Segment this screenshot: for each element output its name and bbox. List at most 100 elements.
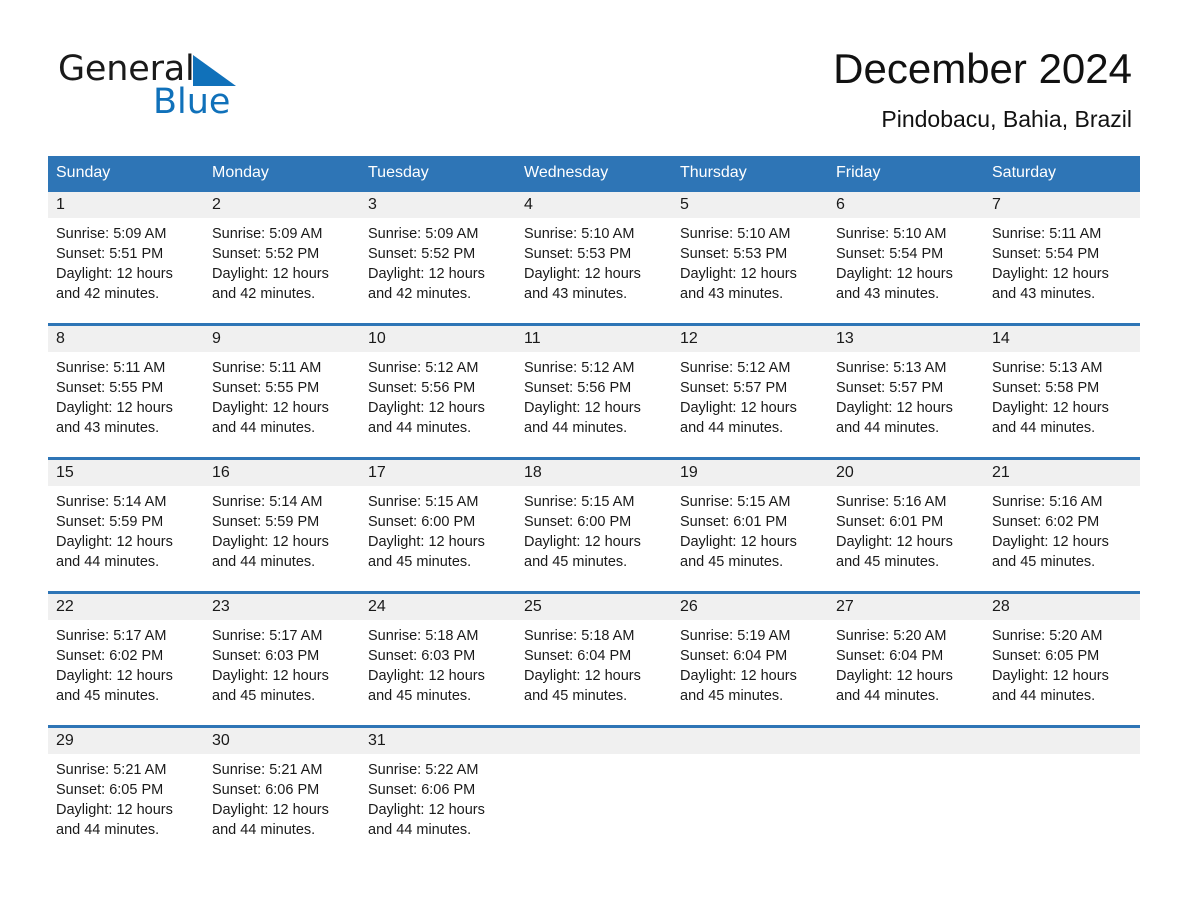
sunset-text: Sunset: 5:54 PM	[992, 246, 1100, 262]
sunrise-text: Sunrise: 5:15 AM	[524, 494, 635, 510]
daylight-text: Daylight: 12 hours and 44 minutes.	[680, 400, 797, 436]
day-cell[interactable]: Sunrise: 5:14 AM Sunset: 5:59 PM Dayligh…	[48, 486, 204, 591]
day-cell[interactable]: Sunrise: 5:13 AM Sunset: 5:58 PM Dayligh…	[984, 352, 1140, 457]
day-cell[interactable]: Sunrise: 5:10 AM Sunset: 5:53 PM Dayligh…	[516, 218, 672, 323]
day-number[interactable]: 3	[360, 192, 516, 218]
title-block: December 2024 Pindobacu, Bahia, Brazil	[833, 44, 1132, 134]
daylight-text: Daylight: 12 hours and 45 minutes.	[836, 534, 953, 570]
day-number[interactable]: 4	[516, 192, 672, 218]
day-number[interactable]: 16	[204, 460, 360, 486]
sunset-text: Sunset: 6:03 PM	[368, 648, 476, 664]
day-number[interactable]: 13	[828, 326, 984, 352]
day-number[interactable]: 19	[672, 460, 828, 486]
day-number-empty	[984, 728, 1140, 754]
generalblue-logo[interactable]: General Blue	[58, 48, 318, 128]
sunrise-text: Sunrise: 5:12 AM	[524, 360, 635, 376]
day-number[interactable]: 1	[48, 192, 204, 218]
day-number[interactable]: 21	[984, 460, 1140, 486]
sunset-text: Sunset: 5:55 PM	[56, 380, 164, 396]
day-cell[interactable]: Sunrise: 5:09 AM Sunset: 5:51 PM Dayligh…	[48, 218, 204, 323]
day-cell[interactable]: Sunrise: 5:17 AM Sunset: 6:02 PM Dayligh…	[48, 620, 204, 725]
daylight-text: Daylight: 12 hours and 45 minutes.	[368, 668, 485, 704]
day-number[interactable]: 11	[516, 326, 672, 352]
sunset-text: Sunset: 5:56 PM	[524, 380, 632, 396]
sunrise-text: Sunrise: 5:21 AM	[56, 762, 167, 778]
day-cell[interactable]: Sunrise: 5:14 AM Sunset: 5:59 PM Dayligh…	[204, 486, 360, 591]
day-number[interactable]: 17	[360, 460, 516, 486]
day-number[interactable]: 9	[204, 326, 360, 352]
day-number[interactable]: 28	[984, 594, 1140, 620]
sunrise-text: Sunrise: 5:09 AM	[212, 226, 323, 242]
day-number[interactable]: 30	[204, 728, 360, 754]
daylight-text: Daylight: 12 hours and 44 minutes.	[836, 668, 953, 704]
day-number[interactable]: 26	[672, 594, 828, 620]
day-number[interactable]: 31	[360, 728, 516, 754]
weekday-header-saturday: Saturday	[992, 164, 1057, 181]
day-number[interactable]: 2	[204, 192, 360, 218]
day-detail-band: Sunrise: 5:17 AM Sunset: 6:02 PM Dayligh…	[48, 620, 1140, 725]
day-cell[interactable]: Sunrise: 5:18 AM Sunset: 6:04 PM Dayligh…	[516, 620, 672, 725]
sunset-text: Sunset: 6:03 PM	[212, 648, 320, 664]
day-number[interactable]: 6	[828, 192, 984, 218]
day-cell[interactable]: Sunrise: 5:09 AM Sunset: 5:52 PM Dayligh…	[360, 218, 516, 323]
day-cell[interactable]: Sunrise: 5:15 AM Sunset: 6:01 PM Dayligh…	[672, 486, 828, 591]
day-number[interactable]: 22	[48, 594, 204, 620]
day-cell[interactable]: Sunrise: 5:17 AM Sunset: 6:03 PM Dayligh…	[204, 620, 360, 725]
day-cell[interactable]: Sunrise: 5:12 AM Sunset: 5:57 PM Dayligh…	[672, 352, 828, 457]
sunrise-text: Sunrise: 5:17 AM	[56, 628, 167, 644]
day-number[interactable]: 29	[48, 728, 204, 754]
day-number[interactable]: 18	[516, 460, 672, 486]
sunrise-text: Sunrise: 5:11 AM	[992, 226, 1102, 242]
sunrise-text: Sunrise: 5:11 AM	[212, 360, 322, 376]
day-cell[interactable]: Sunrise: 5:18 AM Sunset: 6:03 PM Dayligh…	[360, 620, 516, 725]
day-number[interactable]: 14	[984, 326, 1140, 352]
day-cell[interactable]: Sunrise: 5:16 AM Sunset: 6:01 PM Dayligh…	[828, 486, 984, 591]
sunrise-text: Sunrise: 5:13 AM	[992, 360, 1103, 376]
day-cell[interactable]: Sunrise: 5:20 AM Sunset: 6:04 PM Dayligh…	[828, 620, 984, 725]
day-number[interactable]: 15	[48, 460, 204, 486]
day-cell[interactable]: Sunrise: 5:12 AM Sunset: 5:56 PM Dayligh…	[360, 352, 516, 457]
day-cell[interactable]: Sunrise: 5:12 AM Sunset: 5:56 PM Dayligh…	[516, 352, 672, 457]
day-cell[interactable]: Sunrise: 5:15 AM Sunset: 6:00 PM Dayligh…	[360, 486, 516, 591]
day-cell[interactable]: Sunrise: 5:13 AM Sunset: 5:57 PM Dayligh…	[828, 352, 984, 457]
day-cell[interactable]: Sunrise: 5:16 AM Sunset: 6:02 PM Dayligh…	[984, 486, 1140, 591]
day-number[interactable]: 27	[828, 594, 984, 620]
day-number[interactable]: 10	[360, 326, 516, 352]
sunrise-text: Sunrise: 5:10 AM	[680, 226, 791, 242]
day-number-empty	[672, 728, 828, 754]
day-cell[interactable]: Sunrise: 5:11 AM Sunset: 5:55 PM Dayligh…	[48, 352, 204, 457]
daylight-text: Daylight: 12 hours and 43 minutes.	[524, 266, 641, 302]
day-number[interactable]: 8	[48, 326, 204, 352]
sunrise-text: Sunrise: 5:10 AM	[524, 226, 635, 242]
sunrise-text: Sunrise: 5:12 AM	[368, 360, 479, 376]
day-cell[interactable]: Sunrise: 5:20 AM Sunset: 6:05 PM Dayligh…	[984, 620, 1140, 725]
sunrise-text: Sunrise: 5:17 AM	[212, 628, 323, 644]
day-cell-empty	[984, 754, 1140, 859]
sunset-text: Sunset: 5:56 PM	[368, 380, 476, 396]
day-number[interactable]: 7	[984, 192, 1140, 218]
daylight-text: Daylight: 12 hours and 44 minutes.	[836, 400, 953, 436]
day-cell[interactable]: Sunrise: 5:21 AM Sunset: 6:05 PM Dayligh…	[48, 754, 204, 859]
day-cell[interactable]: Sunrise: 5:11 AM Sunset: 5:54 PM Dayligh…	[984, 218, 1140, 323]
day-cell[interactable]: Sunrise: 5:19 AM Sunset: 6:04 PM Dayligh…	[672, 620, 828, 725]
daylight-text: Daylight: 12 hours and 42 minutes.	[368, 266, 485, 302]
day-cell[interactable]: Sunrise: 5:10 AM Sunset: 5:54 PM Dayligh…	[828, 218, 984, 323]
day-cell[interactable]: Sunrise: 5:10 AM Sunset: 5:53 PM Dayligh…	[672, 218, 828, 323]
day-number[interactable]: 24	[360, 594, 516, 620]
day-number[interactable]: 12	[672, 326, 828, 352]
day-cell[interactable]: Sunrise: 5:21 AM Sunset: 6:06 PM Dayligh…	[204, 754, 360, 859]
day-cell[interactable]: Sunrise: 5:15 AM Sunset: 6:00 PM Dayligh…	[516, 486, 672, 591]
day-detail-band: Sunrise: 5:09 AM Sunset: 5:51 PM Dayligh…	[48, 218, 1140, 323]
day-number[interactable]: 5	[672, 192, 828, 218]
day-number[interactable]: 25	[516, 594, 672, 620]
day-number[interactable]: 20	[828, 460, 984, 486]
day-number[interactable]: 23	[204, 594, 360, 620]
daylight-text: Daylight: 12 hours and 43 minutes.	[56, 400, 173, 436]
day-cell[interactable]: Sunrise: 5:09 AM Sunset: 5:52 PM Dayligh…	[204, 218, 360, 323]
day-cell[interactable]: Sunrise: 5:11 AM Sunset: 5:55 PM Dayligh…	[204, 352, 360, 457]
daylight-text: Daylight: 12 hours and 44 minutes.	[212, 802, 329, 838]
calendar-grid: Sunday Monday Tuesday Wednesday Thursday…	[48, 156, 1140, 859]
weekday-header-wednesday: Wednesday	[524, 164, 609, 181]
sunset-text: Sunset: 5:54 PM	[836, 246, 944, 262]
day-cell[interactable]: Sunrise: 5:22 AM Sunset: 6:06 PM Dayligh…	[360, 754, 516, 859]
